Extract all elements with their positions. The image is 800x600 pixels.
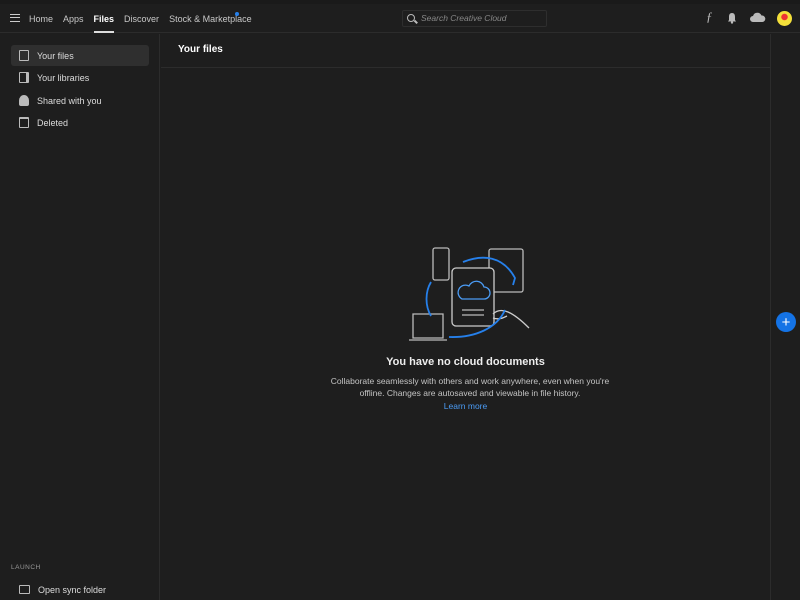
search-box[interactable] bbox=[402, 10, 547, 27]
empty-state-illustration bbox=[409, 247, 530, 341]
sidebar-item-label: Open sync folder bbox=[38, 584, 107, 595]
nav-home[interactable]: Home bbox=[29, 14, 53, 24]
sidebar-item-deleted[interactable]: Deleted bbox=[11, 112, 149, 133]
nav-files[interactable]: Files bbox=[93, 14, 114, 33]
search-input[interactable] bbox=[421, 13, 541, 23]
sidebar-item-label: Deleted bbox=[37, 117, 69, 128]
sidebar-item-label: Your libraries bbox=[37, 72, 90, 83]
launch-heading: LAUNCH bbox=[11, 564, 41, 571]
notification-dot bbox=[235, 12, 239, 16]
nav-discover[interactable]: Discover bbox=[124, 14, 159, 24]
nav-apps[interactable]: Apps bbox=[63, 14, 84, 24]
phone-icon bbox=[432, 247, 450, 281]
sidebar: Your files Your libraries Shared with yo… bbox=[0, 34, 160, 600]
laptop-icon bbox=[409, 313, 447, 341]
fonts-icon[interactable]: ƒ bbox=[706, 9, 713, 25]
trash-icon bbox=[19, 117, 29, 128]
shared-users-icon bbox=[19, 95, 29, 106]
top-bar: Home Apps Files Discover Stock & Marketp… bbox=[0, 0, 800, 33]
nav-stock-marketplace[interactable]: Stock & Marketplace bbox=[169, 14, 252, 24]
page-title: Your files bbox=[178, 44, 223, 55]
folder-sync-icon bbox=[19, 585, 30, 594]
search-icon bbox=[407, 14, 415, 22]
title-strip bbox=[0, 0, 800, 4]
page-header: Your files bbox=[161, 34, 770, 68]
hamburger-menu-icon[interactable] bbox=[10, 14, 20, 22]
sidebar-item-your-libraries[interactable]: Your libraries bbox=[11, 67, 149, 88]
cloud-icon[interactable] bbox=[749, 12, 766, 23]
bell-icon[interactable] bbox=[727, 12, 737, 24]
library-icon bbox=[19, 72, 29, 83]
sidebar-item-label: Shared with you bbox=[37, 95, 102, 106]
sidebar-item-open-sync-folder[interactable]: Open sync folder bbox=[11, 579, 149, 600]
learn-more-link[interactable]: Learn more bbox=[161, 401, 770, 411]
sidebar-item-label: Your files bbox=[37, 50, 74, 61]
add-button[interactable]: + bbox=[776, 312, 796, 332]
empty-state-title: You have no cloud documents bbox=[386, 356, 545, 368]
empty-state-description: Collaborate seamlessly with others and w… bbox=[330, 376, 610, 398]
main-nav: Home Apps Files Discover Stock & Marketp… bbox=[29, 14, 252, 33]
sidebar-item-your-files[interactable]: Your files bbox=[11, 45, 149, 66]
sidebar-item-shared-with-you[interactable]: Shared with you bbox=[11, 90, 149, 111]
avatar[interactable] bbox=[777, 11, 792, 26]
file-icon bbox=[19, 50, 29, 61]
